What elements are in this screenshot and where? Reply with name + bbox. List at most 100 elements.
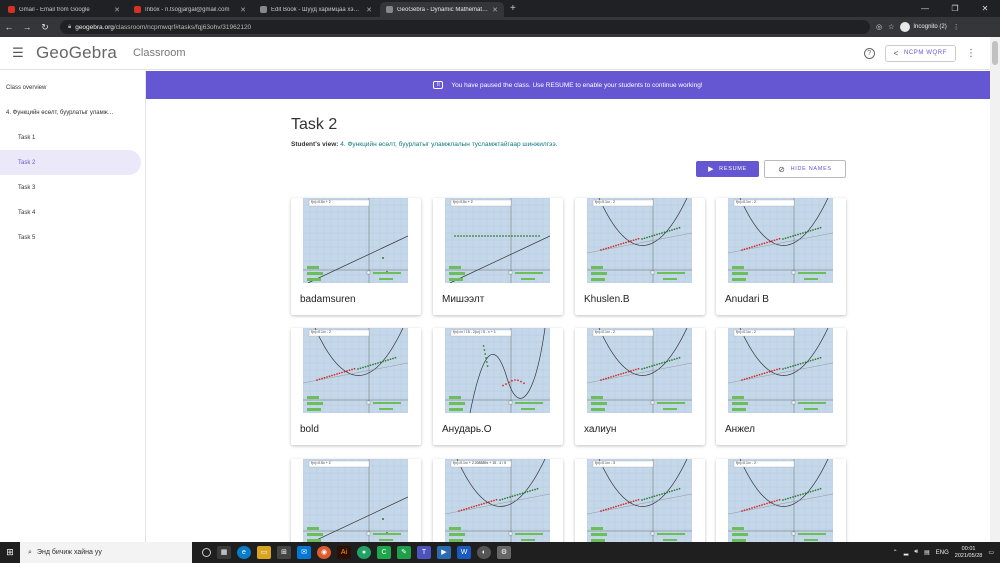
browser-tab[interactable]: GeoGebra - Dynamic Mathemati… ✕	[380, 2, 504, 17]
app-green-icon[interactable]: ●	[357, 546, 371, 559]
browser-tab[interactable]: Inbox - n.tsogjargal@gmail.com ✕	[128, 2, 252, 17]
reload-icon[interactable]: ↻	[36, 22, 54, 33]
tray-up-arrow-icon[interactable]: ⌃	[893, 549, 898, 556]
resume-button[interactable]: ▶ RESUME	[696, 161, 759, 177]
page-scrollbar[interactable]	[990, 37, 1000, 542]
students-view-link[interactable]: 4. Функцийн өсөлт, буурлатыг уламжлалын …	[340, 141, 557, 148]
url-field[interactable]: 🔒︎ geogebra.org/classroom/ncpmwqrf#tasks…	[60, 20, 870, 34]
chrome-icon[interactable]: ◉	[317, 546, 331, 559]
keyboard-icon[interactable]: ▤	[924, 549, 930, 556]
notification-icon[interactable]: ▭	[988, 549, 994, 556]
star-icon[interactable]: ☆	[888, 23, 894, 31]
window-controls: — ❐ ✕	[910, 0, 1000, 17]
student-card[interactable]: f(x)=0.1x² - 2 Anudari B	[716, 198, 846, 315]
hamburger-menu-icon[interactable]: ☰	[0, 45, 36, 61]
tab-list: Gmail - Email from Google ✕ Inbox - n.tsog…	[0, 0, 504, 17]
language-indicator[interactable]: ENG	[936, 550, 949, 556]
geogebra-logo[interactable]: GeoGebra	[36, 43, 117, 63]
student-card[interactable]: f(x)=0.5x + 2	[291, 459, 421, 542]
student-card[interactable]: f(x)=0.5x + 2 Мишээлт	[433, 198, 563, 315]
clock[interactable]: 00:01 2021/05/28	[955, 546, 983, 560]
maximize-icon[interactable]: ❐	[940, 4, 970, 13]
student-card[interactable]: f(x)=0.1x² - 2	[716, 459, 846, 542]
file-explorer-icon[interactable]: ▭	[257, 546, 271, 559]
forward-icon[interactable]: →	[18, 22, 36, 32]
word-icon[interactable]: W	[457, 546, 471, 559]
edge-icon[interactable]: e	[237, 546, 251, 559]
close-icon[interactable]: ✕	[970, 4, 1000, 13]
incognito-icon	[900, 22, 911, 32]
sidebar-item-task-group[interactable]: 4. Функцийн өсөлт, буурлатыг уламж…	[0, 100, 145, 125]
students-view-label: Student's view:	[291, 141, 339, 148]
task-view-icon[interactable]	[202, 548, 211, 557]
student-graph-thumbnail[interactable]: f(x)=x³ / 15 - 2(x²) / 5 - x + 1	[445, 328, 550, 413]
student-card[interactable]: f(x)=0.1x² - 3	[575, 459, 705, 542]
network-icon[interactable]: ▂	[904, 549, 909, 556]
sidebar-item-class-overview[interactable]: Class overview	[0, 75, 145, 100]
tab-close-icon[interactable]: ✕	[366, 6, 372, 14]
more-options-icon[interactable]: ⋮	[966, 48, 976, 59]
student-graph-thumbnail[interactable]: f(x)=0.1x² - 2	[587, 198, 692, 283]
student-card[interactable]: f(x)=0.1x² - 2 Khuslen.B	[575, 198, 705, 315]
scrollbar-thumb[interactable]	[992, 41, 998, 65]
tab-close-icon[interactable]: ✕	[492, 6, 498, 14]
incognito-badge[interactable]: Incognito (2)	[900, 22, 947, 32]
student-graph-thumbnail[interactable]: f(x)=0.1x² - 2	[587, 328, 692, 413]
mail-icon[interactable]: ✉	[297, 546, 311, 559]
browser-tab[interactable]: Gmail - Email from Google ✕	[2, 2, 126, 17]
help-icon[interactable]: ?	[863, 47, 875, 59]
widgets-icon[interactable]: ▦	[217, 546, 231, 559]
media-icon[interactable]: ▶	[437, 546, 451, 559]
student-card[interactable]: f(x)=0.1x² - 2 bold	[291, 328, 421, 445]
function-input-label: f(x)=0.5x + 2	[453, 200, 473, 204]
sidebar-item-task[interactable]: Task 3	[0, 175, 145, 200]
eye-off-icon[interactable]: ◎	[876, 23, 882, 31]
geogebra-app-icon[interactable]: ✎	[397, 546, 411, 559]
store-icon[interactable]: ⊞	[277, 546, 291, 559]
illustrator-icon[interactable]: Ai	[337, 546, 351, 559]
app-gray-icon[interactable]: ◐	[477, 546, 491, 559]
student-graph-thumbnail[interactable]: f(x)=0.5x + 2	[445, 198, 550, 283]
function-input-label: f(x)=0.1x² - 2	[595, 330, 615, 334]
student-graph-thumbnail[interactable]: f(x)=0.1x² - 2	[303, 328, 408, 413]
sidebar-item-task[interactable]: Task 5	[0, 225, 145, 250]
function-input-label: f(x)=0.1x² - 2	[311, 330, 331, 334]
back-icon[interactable]: ←	[0, 22, 18, 32]
student-graph-thumbnail[interactable]: f(x)=0.1x² - 2	[728, 198, 833, 283]
student-card[interactable]: f(x)=0.1x² + 2.008889x + 15 - 4 / 5	[433, 459, 563, 542]
tab-title: Inbox - n.tsogjargal@gmail.com	[145, 6, 230, 13]
taskbar-search[interactable]: ⌕ Энд бичиж хайна уу	[20, 542, 192, 563]
hide-names-button[interactable]: ⊘ HIDE NAMES	[764, 160, 846, 178]
student-graph-thumbnail[interactable]: f(x)=0.1x² - 3	[587, 459, 692, 542]
tab-favicon-icon	[134, 6, 141, 13]
student-card[interactable]: f(x)=0.5x + 2 badamsuren	[291, 198, 421, 315]
share-class-button[interactable]: < NCPM WQRF	[884, 44, 956, 62]
student-graph-thumbnail[interactable]: f(x)=0.1x² - 2	[728, 328, 833, 413]
student-name: халиун	[584, 424, 617, 435]
student-graph-thumbnail[interactable]: f(x)=0.1x² + 2.008889x + 15 - 4 / 5	[445, 459, 550, 542]
sidebar-item-task[interactable]: Task 1	[0, 125, 145, 150]
sidebar-item-task[interactable]: Task 2	[0, 150, 141, 175]
sidebar-item-task[interactable]: Task 4	[0, 200, 145, 225]
student-name: bold	[300, 424, 319, 435]
student-card[interactable]: f(x)=x³ / 15 - 2(x²) / 5 - x + 1 Анударь.…	[433, 328, 563, 445]
minimize-icon[interactable]: —	[910, 4, 940, 13]
student-card[interactable]: f(x)=0.1x² - 2 Анжел	[716, 328, 846, 445]
url-domain: geogebra.org	[75, 23, 114, 31]
student-graph-thumbnail[interactable]: f(x)=0.5x + 2	[303, 198, 408, 283]
student-graph-thumbnail[interactable]: f(x)=0.1x² - 2	[728, 459, 833, 542]
browser-menu-icon[interactable]: ⋮	[953, 23, 960, 31]
tab-close-icon[interactable]: ✕	[240, 6, 246, 14]
tab-favicon-icon	[8, 6, 15, 13]
volume-icon[interactable]: 🔊︎	[914, 549, 918, 556]
browser-tab[interactable]: Edit Book - Шууд харимцаа хэлх… ✕	[254, 2, 378, 17]
new-tab-button[interactable]: +	[510, 2, 516, 17]
student-graph-thumbnail[interactable]: f(x)=0.5x + 2	[303, 459, 408, 542]
student-card[interactable]: f(x)=0.1x² - 2 халиун	[575, 328, 705, 445]
teams-icon[interactable]: T	[417, 546, 431, 559]
windows-start-icon[interactable]: ⊞	[0, 547, 20, 558]
main-content: Task 2 Student's view: 4. Функцийн өсөлт…	[146, 99, 990, 542]
tab-close-icon[interactable]: ✕	[114, 6, 120, 14]
camtasia-icon[interactable]: C	[377, 546, 391, 559]
app-settings-icon[interactable]: ⚙	[497, 546, 511, 559]
